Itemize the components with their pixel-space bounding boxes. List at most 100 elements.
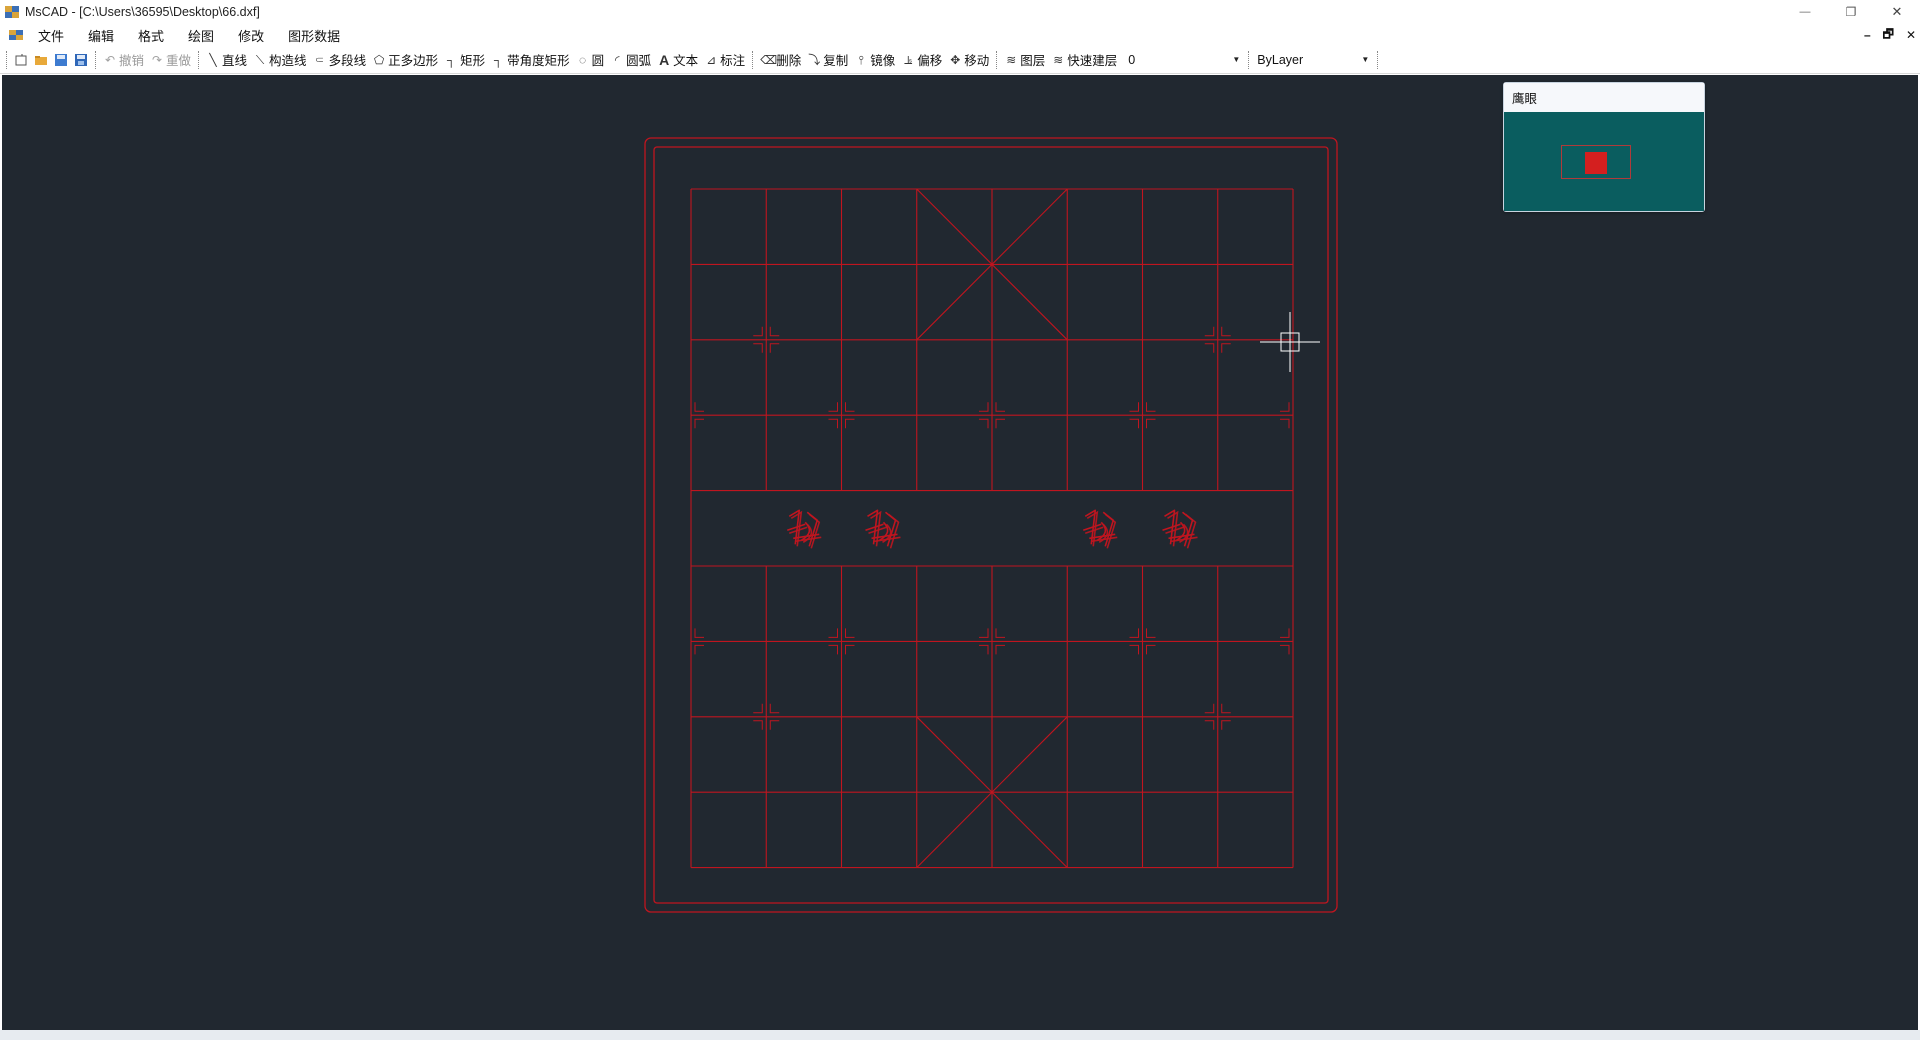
undo-label: 撤销 [119,54,145,68]
layer-button[interactable]: ≋ 图层 [1001,49,1048,71]
undo-icon: ↶ [104,52,116,67]
linetype-select-value: ByLayer [1257,52,1304,67]
position-marker [1280,402,1290,412]
save-button[interactable] [51,49,71,71]
menu-format[interactable]: 格式 [138,26,164,45]
restore-icon: ❐ [1845,5,1857,19]
position-marker [753,720,763,730]
angle-rectangle-button[interactable]: ┐ 带角度矩形 [488,49,573,71]
chessboard-drawing [644,137,1338,913]
redo-label: 重做 [166,54,192,68]
outer-frame [644,137,1338,913]
rectangle-label: 矩形 [460,54,486,68]
redo-button[interactable]: ↷ 重做 [147,49,194,71]
window-title: MsCAD - [C:\Users\36595\Desktop\66.dxf] [25,5,260,19]
eagle-eye-panel[interactable]: 鹰眼 [1503,82,1705,212]
position-marker [753,343,763,353]
quick-layer-button[interactable]: ≋ 快速建层 [1048,49,1120,71]
position-marker [995,402,1005,412]
position-marker [1221,703,1231,714]
offset-button[interactable]: ⫡ 偏移 [898,49,945,71]
delete-label: 删除 [776,54,802,68]
eagle-eye-title: 鹰眼 [1504,83,1704,112]
menu-graphic-data[interactable]: 图形数据 [288,26,340,45]
save-as-icon [75,53,87,66]
eagle-eye-viewport[interactable] [1561,145,1631,179]
layers-icon: ≋ [1006,52,1017,67]
position-marker [828,418,838,429]
arc-button[interactable]: ◜ 圆弧 [607,49,654,71]
toolbar-separator [1377,50,1379,69]
menu-modify[interactable]: 修改 [238,26,264,45]
minimize-button[interactable]: — [1782,0,1828,24]
line-button[interactable]: ╲ 直线 [203,49,250,71]
angle-rectangle-icon: ┐ [493,52,503,67]
position-marker [979,418,989,429]
toolbar-separator [198,50,200,69]
position-marker [1129,402,1139,412]
position-marker [828,402,838,412]
position-marker [1146,402,1156,412]
redo-icon: ↷ [151,52,163,67]
position-marker [1204,703,1215,714]
position-marker [828,644,838,655]
polyline-icon: ⸦ [313,52,326,67]
offset-icon: ⫡ [904,52,913,67]
mdi-minimize-button[interactable]: – [1864,28,1871,42]
dimension-button[interactable]: ⊿ 标注 [701,49,748,71]
polyline-button[interactable]: ⸦ 多段线 [310,49,370,71]
linetype-select[interactable]: ByLayer ▼ [1253,50,1373,70]
menu-draw[interactable]: 绘图 [188,26,214,45]
position-marker [753,703,763,714]
circle-button[interactable]: ◌ 圆 [573,49,608,71]
position-marker [995,628,1005,638]
position-marker [1204,326,1215,337]
mirror-label: 镜像 [870,54,896,68]
toolbar: ↶ 撤销 ↷ 重做 ╲ 直线 ⟍ 构造线 ⸦ 多段线 ⬠ 正多边形 ┐ 矩形 ┐ 带角度矩形 ◌… [0,46,1920,74]
eagle-eye-view[interactable] [1504,112,1704,211]
drawing-canvas[interactable] [2,75,1918,1030]
position-marker [1280,644,1290,655]
move-button[interactable]: ✥ 移动 [945,49,992,71]
position-marker [995,644,1005,655]
construct-line-button[interactable]: ⟍ 构造线 [250,49,310,71]
position-marker [769,720,780,730]
app-icon [5,5,19,19]
open-button[interactable] [31,49,51,71]
save-as-button[interactable] [71,49,91,71]
toolbar-separator [95,50,96,69]
position-marker [845,418,855,429]
position-marker [694,418,704,429]
menu-bar: 文件 编辑 格式 绘图 修改 图形数据 – 🗗 ✕ [0,24,1920,46]
position-marker [1204,720,1215,730]
position-marker [979,402,989,412]
mirror-button[interactable]: ⫯ 镜像 [851,49,898,71]
position-marker [769,343,780,353]
position-marker [1146,418,1156,429]
new-file-button[interactable] [11,49,31,71]
menu-file[interactable]: 文件 [38,26,64,45]
position-marker [845,402,855,412]
document-icon[interactable] [8,27,24,43]
undo-button[interactable]: ↶ 撤销 [100,49,147,71]
position-marker [979,628,989,638]
quick-layer-icon: ≋ [1053,52,1064,67]
position-marker [979,644,989,655]
rectangle-icon: ┐ [446,52,456,67]
copy-button[interactable]: ⤵ 复制 [804,49,851,71]
mdi-restore-button[interactable]: 🗗 [1883,25,1894,46]
rectangle-button[interactable]: ┐ 矩形 [441,49,488,71]
text-button[interactable]: A 文本 [654,49,701,71]
delete-button[interactable]: ⌫ 删除 [757,49,804,71]
quick-layer-label: 快速建层 [1067,54,1118,68]
position-marker [694,628,704,638]
position-marker [1146,628,1156,638]
polygon-button[interactable]: ⬠ 正多边形 [369,49,441,71]
close-button[interactable]: ✕ [1874,0,1920,24]
layer-select[interactable]: 0 ▼ [1124,50,1244,70]
position-marker [995,418,1005,429]
menu-edit[interactable]: 编辑 [88,26,114,45]
restore-button[interactable]: ❐ [1828,0,1874,24]
mdi-close-button[interactable]: ✕ [1906,28,1916,42]
layer-select-value: 0 [1128,52,1136,67]
